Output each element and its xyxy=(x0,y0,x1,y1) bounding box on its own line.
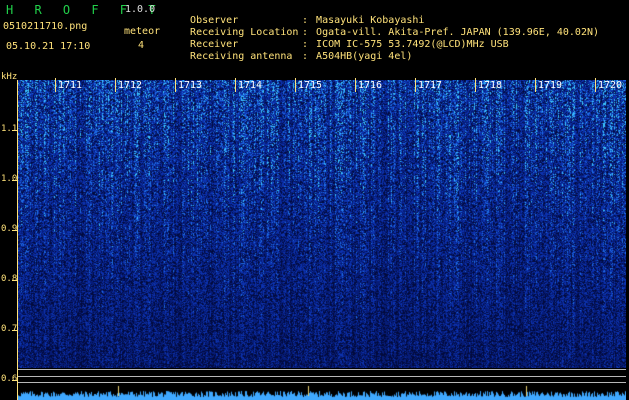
time-label: 1719 xyxy=(538,80,563,91)
separator-line xyxy=(18,376,626,377)
freq-tick xyxy=(12,280,18,281)
time-mark xyxy=(115,78,116,92)
spectrogram xyxy=(18,80,626,368)
time-label: 1713 xyxy=(178,80,203,91)
separator-line xyxy=(18,382,626,383)
freq-tick xyxy=(12,380,18,381)
freq-label: 1.1 xyxy=(1,124,18,134)
freq-label: 0.7 xyxy=(1,324,18,334)
time-mark xyxy=(295,78,296,92)
meteor-count: 4 xyxy=(138,40,145,51)
freq-tick xyxy=(12,330,18,331)
time-mark xyxy=(55,78,56,92)
freq-label: 0.9 xyxy=(1,224,18,234)
separator-line xyxy=(18,369,626,370)
time-mark xyxy=(235,78,236,92)
meteor-label: meteor xyxy=(124,26,161,37)
file-name: 0510211710.png xyxy=(3,21,88,32)
timestamp: 05.10.21 17:10 xyxy=(6,41,91,52)
freq-tick xyxy=(12,180,18,181)
freq-tick xyxy=(12,230,18,231)
version-label: 1.0.0 xyxy=(125,4,156,15)
time-label: 1715 xyxy=(298,80,323,91)
info-label: Receiving antenna xyxy=(190,51,293,62)
khz-unit-label: kHz xyxy=(1,72,18,82)
time-label: 1717 xyxy=(418,80,443,91)
info-antenna: Receiving antenna: A504HB(yagi 4el) xyxy=(190,51,413,62)
time-label: 1712 xyxy=(118,80,143,91)
freq-label: 0.8 xyxy=(1,274,18,284)
freq-tick xyxy=(12,130,18,131)
time-mark xyxy=(355,78,356,92)
time-mark xyxy=(175,78,176,92)
time-mark xyxy=(535,78,536,92)
freq-label: 1.0 xyxy=(1,174,18,184)
time-label: 1718 xyxy=(478,80,503,91)
time-label: 1720 xyxy=(598,80,623,91)
amplitude-trace xyxy=(18,384,626,400)
time-mark xyxy=(415,78,416,92)
freq-label: 0.6 xyxy=(1,374,18,384)
time-mark xyxy=(595,78,596,92)
info-value: A504HB(yagi 4el) xyxy=(316,51,413,62)
time-label: 1714 xyxy=(238,80,263,91)
time-mark xyxy=(475,78,476,92)
time-label: 1716 xyxy=(358,80,383,91)
time-label: 1711 xyxy=(58,80,83,91)
